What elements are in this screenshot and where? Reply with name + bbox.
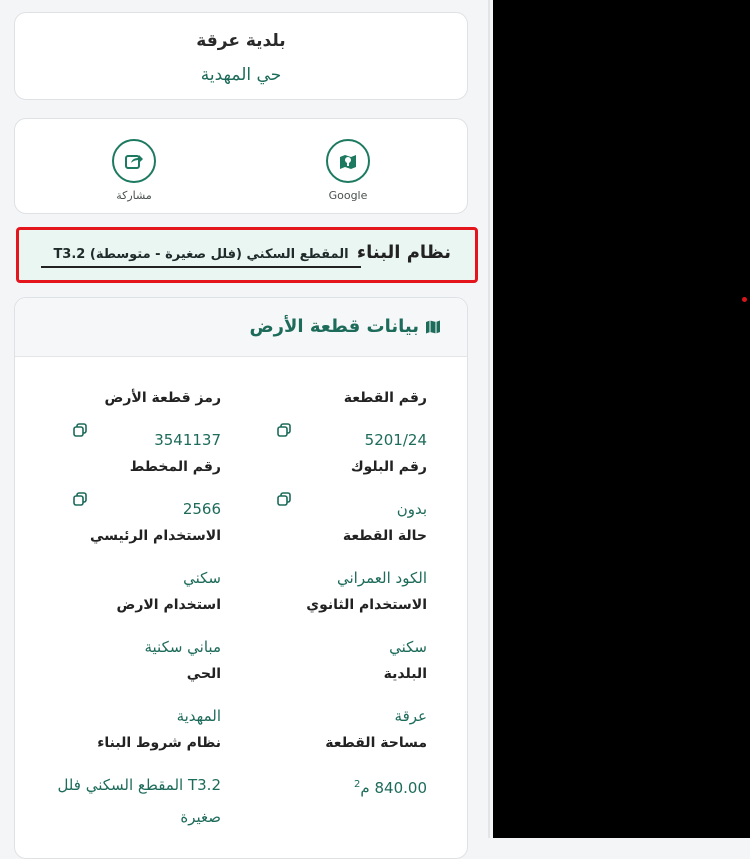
map-icon [426, 320, 440, 334]
copy-icon[interactable] [277, 492, 291, 506]
location-card: بلدية عرقة حي المهدية [14, 12, 468, 100]
land-use-label: استخدام الارض [116, 597, 221, 613]
plot-code-label: رمز قطعة الأرض [104, 390, 222, 406]
area-value: 840.00 م2 [237, 769, 427, 804]
municipality-field: البلدية عرقة [237, 666, 427, 732]
plot-code-value: 3541137 [154, 431, 221, 449]
plot-number-field: رقم القطعة 5201/24 [237, 390, 427, 456]
plan-number-field: رقم المخطط 2566 [31, 459, 221, 525]
land-data-header: بيانات قطعة الأرض [15, 298, 467, 357]
copy-icon[interactable] [277, 423, 291, 437]
land-use-field: استخدام الارض مباني سكنية [31, 597, 221, 663]
building-system-link[interactable]: T3.2 المقطع السكني (فلل صغيرة - متوسطة) [41, 247, 361, 268]
land-data-title: بيانات قطعة الأرض [249, 316, 419, 337]
map-pin-icon [326, 139, 370, 183]
secondary-use-label: الاستخدام الثانوي [306, 597, 427, 613]
building-terms-value: T3.2 المقطع السكني فلل صغيرة [57, 776, 221, 826]
district-label: الحي [186, 666, 221, 682]
actions-card: Google مشاركة [14, 118, 468, 214]
plan-number-label: رقم المخطط [129, 459, 221, 475]
municipality-title: بلدية عرقة [196, 31, 286, 51]
building-system-highlight: نظام البناء T3.2 المقطع السكني (فلل صغير… [16, 227, 478, 283]
main-use-field: الاستخدام الرئيسي سكني [31, 528, 221, 594]
share-button[interactable]: مشاركة [99, 139, 169, 202]
main-use-value: سكني [183, 569, 221, 587]
secondary-use-value: سكني [389, 638, 427, 656]
copy-icon[interactable] [73, 492, 87, 506]
building-terms-field: نظام شروط البناء T3.2 المقطع السكني فلل … [31, 735, 221, 833]
area-label: مساحة القطعة [325, 735, 427, 751]
block-number-value: بدون [396, 500, 427, 518]
plot-number-label: رقم القطعة [343, 390, 427, 406]
building-terms-label: نظام شروط البناء [97, 735, 221, 751]
land-data-card: بيانات قطعة الأرض رقم القطعة 5201/24 رمز… [14, 297, 468, 859]
area-field: مساحة القطعة 840.00 م2 [237, 735, 427, 804]
plot-status-field: حالة القطعة الكود العمراني [237, 528, 427, 594]
block-number-field: رقم البلوك بدون [237, 459, 427, 525]
district-field: الحي المهدية [31, 666, 221, 732]
plot-info-panel: بلدية عرقة حي المهدية Google مشاركة نظام… [0, 0, 490, 859]
plot-code-field: رمز قطعة الأرض 3541137 [31, 390, 222, 456]
map-marker [742, 297, 747, 302]
google-button[interactable]: Google [313, 139, 383, 202]
land-use-value: مباني سكنية [144, 638, 221, 656]
map-area[interactable] [493, 0, 750, 838]
secondary-use-field: الاستخدام الثانوي سكني [237, 597, 427, 663]
copy-icon[interactable] [73, 423, 87, 437]
plot-number-value: 5201/24 [364, 431, 427, 449]
plot-status-label: حالة القطعة [342, 528, 427, 544]
municipality-label: البلدية [383, 666, 427, 682]
district-subtitle: حي المهدية [200, 65, 282, 85]
area-unit: م [360, 779, 370, 797]
building-system-label: نظام البناء [356, 242, 451, 263]
plot-status-value: الكود العمراني [337, 569, 427, 587]
municipality-value: عرقة [394, 707, 427, 725]
share-icon [112, 139, 156, 183]
main-use-label: الاستخدام الرئيسي [90, 528, 221, 544]
share-label: مشاركة [116, 189, 152, 202]
area-number: 840.00 [374, 779, 428, 797]
block-number-label: رقم البلوك [350, 459, 427, 475]
google-label: Google [328, 189, 368, 202]
plan-number-value: 2566 [182, 500, 221, 518]
district-value: المهدية [176, 707, 221, 725]
